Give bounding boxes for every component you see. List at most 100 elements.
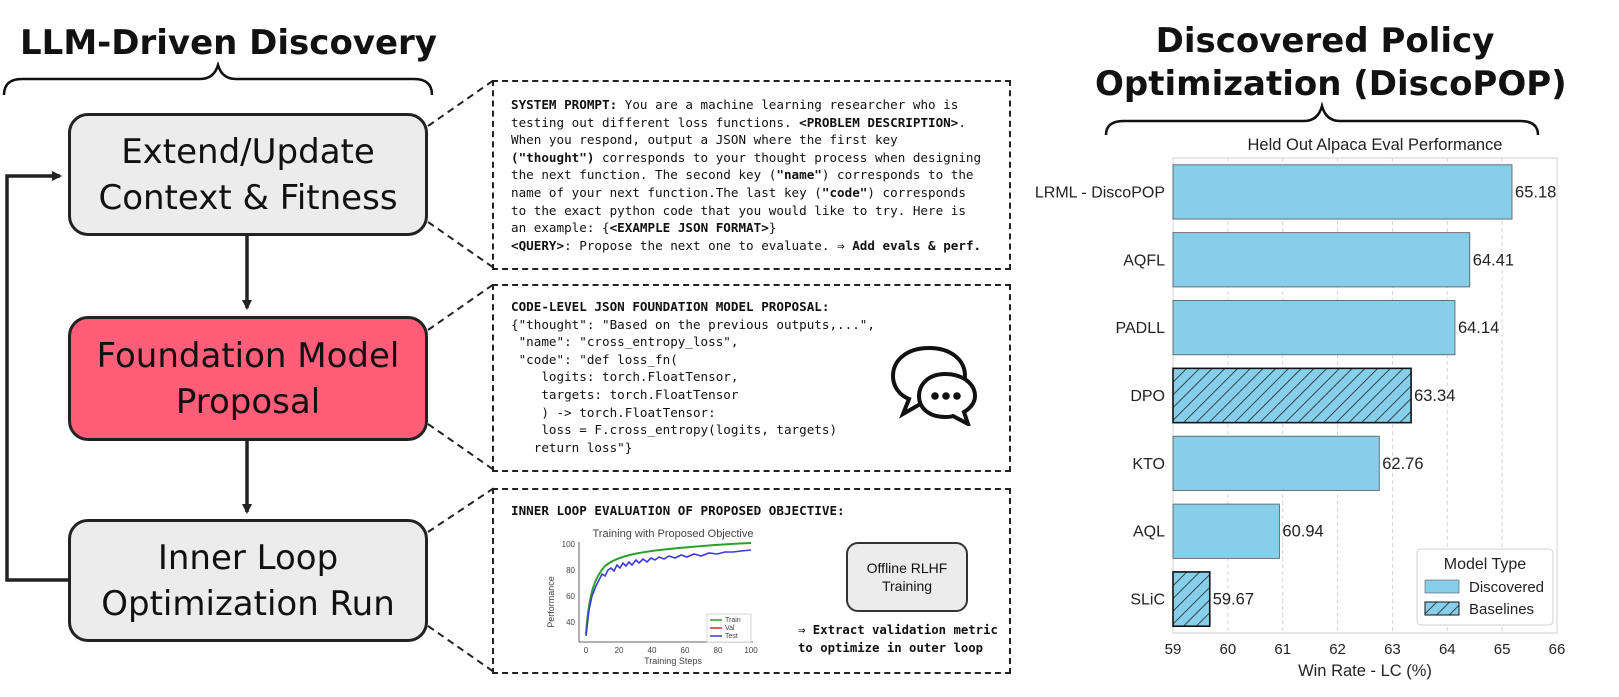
offline-rlhf-box: Offline RLHF Training xyxy=(846,542,968,612)
prompt-text: } xyxy=(768,220,777,236)
inner-loop-panel: INNER LOOP EVALUATION OF PROPOSED OBJECT… xyxy=(492,488,1011,674)
prompt-text: corresponds to your thought process when… xyxy=(594,149,982,165)
mini-chart-xlabel: Training Steps xyxy=(644,656,702,666)
bar xyxy=(1172,232,1471,288)
system-prompt-panel: SYSTEM PROMPT: You are a machine learnin… xyxy=(492,80,1011,270)
example-json-tag: <EXAMPLE JSON FORMAT> xyxy=(609,220,769,236)
feedback-loop-arrow xyxy=(5,171,68,582)
prompt-text: ) corresponds xyxy=(867,184,966,200)
bar xyxy=(1172,300,1456,356)
code-line: "code": "def loss_fn( xyxy=(511,351,678,367)
extract-line1: ⇒ Extract validation metric xyxy=(798,623,998,637)
code-line: {"thought": "Based on the previous outpu… xyxy=(511,316,875,332)
x-tick-label: 60 xyxy=(1220,641,1237,658)
right-title-line2: Optimization (DiscoPOP) xyxy=(1095,64,1567,104)
value-label: 65.18 xyxy=(1515,183,1556,201)
value-label: 64.14 xyxy=(1458,319,1499,337)
step-context-line1: Extend/Update xyxy=(121,131,375,172)
mini-ytick: 80 xyxy=(566,566,575,575)
mini-chart-ylabel: Performance xyxy=(546,576,556,628)
prompt-text: name of your next function.The last key … xyxy=(511,184,822,200)
value-label: 63.34 xyxy=(1414,387,1455,405)
x-tick-label: 59 xyxy=(1165,641,1182,658)
prompt-text: the next function. The second key ( xyxy=(511,167,777,183)
rlhf-line2: Training xyxy=(881,578,933,594)
alpaca-eval-bar-chart: 59 60 61 62 63 64 65 66 Held Out Alpaca Eval Per… xyxy=(1035,136,1566,680)
legend-title: Model Type xyxy=(1444,556,1527,573)
code-line: targets: torch.FloatTensor xyxy=(511,386,739,402)
proposal-panel: CODE-LEVEL JSON FOUNDATION MODEL PROPOSA… xyxy=(492,284,1011,472)
step-context-fitness: Extend/Update Context & Fitness xyxy=(68,113,428,236)
chart-title: Held Out Alpaca Eval Performance xyxy=(1248,136,1503,154)
legend-swatch-baselines xyxy=(1424,601,1460,616)
x-tick-label: 63 xyxy=(1384,641,1401,658)
mini-xtick: 60 xyxy=(681,646,690,655)
mini-xtick: 40 xyxy=(648,646,657,655)
category-label: AQL xyxy=(1133,524,1165,541)
mini-legend-test: Test xyxy=(725,633,738,640)
value-label: 64.41 xyxy=(1473,251,1514,269)
system-prompt-label: SYSTEM PROMPT: xyxy=(511,97,618,112)
category-label: KTO xyxy=(1132,456,1165,473)
x-axis-label: Win Rate - LC (%) xyxy=(1298,662,1432,680)
mini-legend-val: Val xyxy=(725,625,735,632)
category-label: LRML - DiscoPOP xyxy=(1035,184,1165,201)
training-curve-chart: Training with Proposed Objective Perform… xyxy=(546,528,758,666)
query-action: ⇒ Add evals & perf. xyxy=(837,237,982,253)
x-tick-label: 62 xyxy=(1329,641,1346,658)
category-label: SLiC xyxy=(1130,592,1165,609)
mini-xtick: 0 xyxy=(584,646,589,655)
mini-chart-title: Training with Proposed Objective xyxy=(592,528,753,540)
value-label: 60.94 xyxy=(1282,523,1323,541)
x-tick-label: 65 xyxy=(1494,641,1511,658)
code-line: return loss"} xyxy=(511,439,633,455)
legend-swatch-discovered xyxy=(1424,579,1460,594)
mini-ytick: 100 xyxy=(562,540,576,549)
category-label: AQFL xyxy=(1123,252,1165,269)
mini-xtick: 20 xyxy=(615,646,624,655)
bar xyxy=(1172,571,1211,628)
mini-xtick: 100 xyxy=(744,646,758,655)
mini-ytick: 60 xyxy=(566,592,575,601)
prompt-text: When you respond, output a JSON where th… xyxy=(511,132,898,148)
extract-line2: to optimize in outer loop xyxy=(798,640,984,655)
step-proposal-line1: Foundation Model xyxy=(96,335,400,376)
problem-description-tag: <PROBLEM DESCRIPTION> xyxy=(799,114,959,130)
right-title-line1: Discovered Policy xyxy=(1155,21,1495,61)
prompt-text: an example: { xyxy=(511,220,610,236)
step-proposal-line2: Proposal xyxy=(175,381,321,422)
bar xyxy=(1172,435,1380,491)
code-line: ) -> torch.FloatTensor: xyxy=(511,404,716,420)
prompt-text: You are a machine learning researcher wh… xyxy=(617,97,959,112)
category-label: PADLL xyxy=(1115,320,1165,337)
prompt-text: testing out different loss functions. xyxy=(511,114,800,130)
x-tick-label: 61 xyxy=(1274,641,1291,658)
step-inner-loop: Inner Loop Optimization Run xyxy=(68,519,428,642)
bar xyxy=(1172,164,1513,220)
x-tick-label: 64 xyxy=(1439,641,1456,658)
bar xyxy=(1172,503,1280,559)
step-foundation-model-proposal: Foundation Model Proposal xyxy=(68,316,428,441)
mini-xtick: 80 xyxy=(714,646,723,655)
proposal-heading: CODE-LEVEL JSON FOUNDATION MODEL PROPOSA… xyxy=(511,299,830,314)
legend-label-discovered: Discovered xyxy=(1469,579,1544,596)
code-key: "code" xyxy=(821,184,868,200)
value-label: 59.67 xyxy=(1213,591,1254,609)
step-context-line2: Context & Fitness xyxy=(98,177,398,218)
name-key: "name" xyxy=(776,167,822,183)
value-label: 62.76 xyxy=(1382,455,1423,473)
query-tag: <QUERY> xyxy=(511,237,565,253)
thought-key: ("thought") xyxy=(511,149,595,165)
code-line: loss = F.cross_entropy(logits, targets) xyxy=(511,422,838,438)
chat-bubbles-icon xyxy=(890,345,978,426)
mini-ytick: 40 xyxy=(566,618,575,627)
step-inner-line1: Inner Loop xyxy=(157,537,339,578)
right-title: Discovered Policy Optimization (DiscoPOP… xyxy=(1095,20,1567,106)
prompt-text: . xyxy=(958,114,966,130)
inner-loop-heading: INNER LOOP EVALUATION OF PROPOSED OBJECT… xyxy=(511,503,845,518)
legend-label-baselines: Baselines xyxy=(1469,601,1534,618)
mini-legend-train: Train xyxy=(725,617,741,624)
x-tick-label: 66 xyxy=(1549,641,1566,658)
step-inner-line2: Optimization Run xyxy=(101,583,395,624)
prompt-text: to the exact python code that you would … xyxy=(511,202,966,218)
